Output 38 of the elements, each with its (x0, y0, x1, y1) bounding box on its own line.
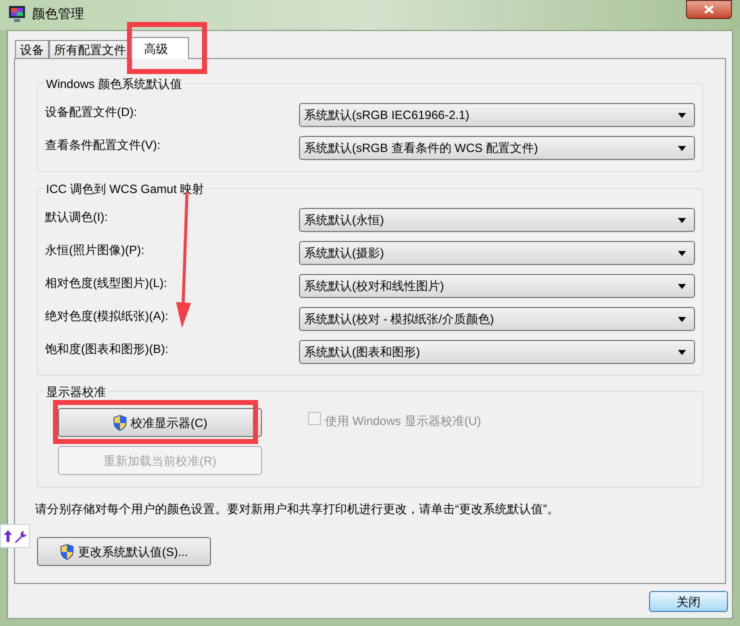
shield-icon (60, 544, 74, 560)
info-text: 请分别存储对每个用户的颜色设置。要对新用户和共享打印机进行更改，请单击“更改系统默认值”。 (35, 501, 560, 518)
dropdown[interactable]: 系统默认(校对 - 模拟纸张/介质颜色) (299, 307, 695, 331)
field-label: 永恒(照片图像)(P): (45, 242, 144, 259)
up-arrow-icon[interactable] (4, 530, 12, 542)
dropdown-arrow-icon (678, 112, 686, 118)
dropdown[interactable]: 系统默认(图表和图形) (299, 340, 695, 364)
dropdown-arrow-icon (678, 284, 686, 288)
monitor-icon (8, 4, 26, 23)
dropdown[interactable]: 系统默认(永恒) (299, 208, 695, 232)
close-icon (704, 5, 714, 14)
field-label: 查看条件配置文件(V): (45, 137, 160, 154)
group-title: Windows 颜色系统默认值 (44, 75, 184, 93)
field-label: 饱和度(图表和图形)(B): (45, 341, 168, 358)
dropdown[interactable]: 系统默认(sRGB IEC61966-2.1) (299, 103, 695, 127)
field-label: 相对色度(线型图片)(L): (45, 275, 167, 292)
shield-icon (112, 414, 127, 430)
close-dialog-button[interactable]: 关闭 (649, 591, 728, 612)
close-button[interactable] (686, 0, 732, 19)
tab[interactable]: 设备 (15, 40, 49, 58)
dropdown-arrow-icon (678, 218, 686, 222)
field-label: 绝对色度(模拟纸张)(A): (45, 308, 168, 325)
dropdown-arrow-icon (678, 146, 686, 150)
dropdown-arrow-icon (678, 316, 686, 322)
dropdown[interactable]: 系统默认(摄影) (299, 241, 695, 265)
field-label: 默认调色(I): (45, 209, 108, 226)
window-title: 颜色管理 (32, 5, 84, 23)
group-title: ICC 调色到 WCS Gamut 映射 (44, 180, 206, 198)
dropdown[interactable]: 系统默认(sRGB 查看条件的 WCS 配置文件) (299, 136, 695, 160)
dropdown-arrow-icon (678, 250, 686, 256)
wrench-icon[interactable] (14, 530, 26, 542)
dropdown[interactable]: 系统默认(校对和线性图片) (299, 274, 695, 298)
dropdown-arrow-icon (678, 350, 686, 354)
tab[interactable]: 高级 (131, 37, 189, 59)
field-label: 设备配置文件(D): (45, 104, 137, 121)
change-defaults-button[interactable]: 更改系统默认值(S)... (37, 537, 211, 566)
group-title: 显示器校准 (44, 383, 108, 401)
calibrate-display-button[interactable]: 校准显示器(C) (58, 408, 262, 437)
